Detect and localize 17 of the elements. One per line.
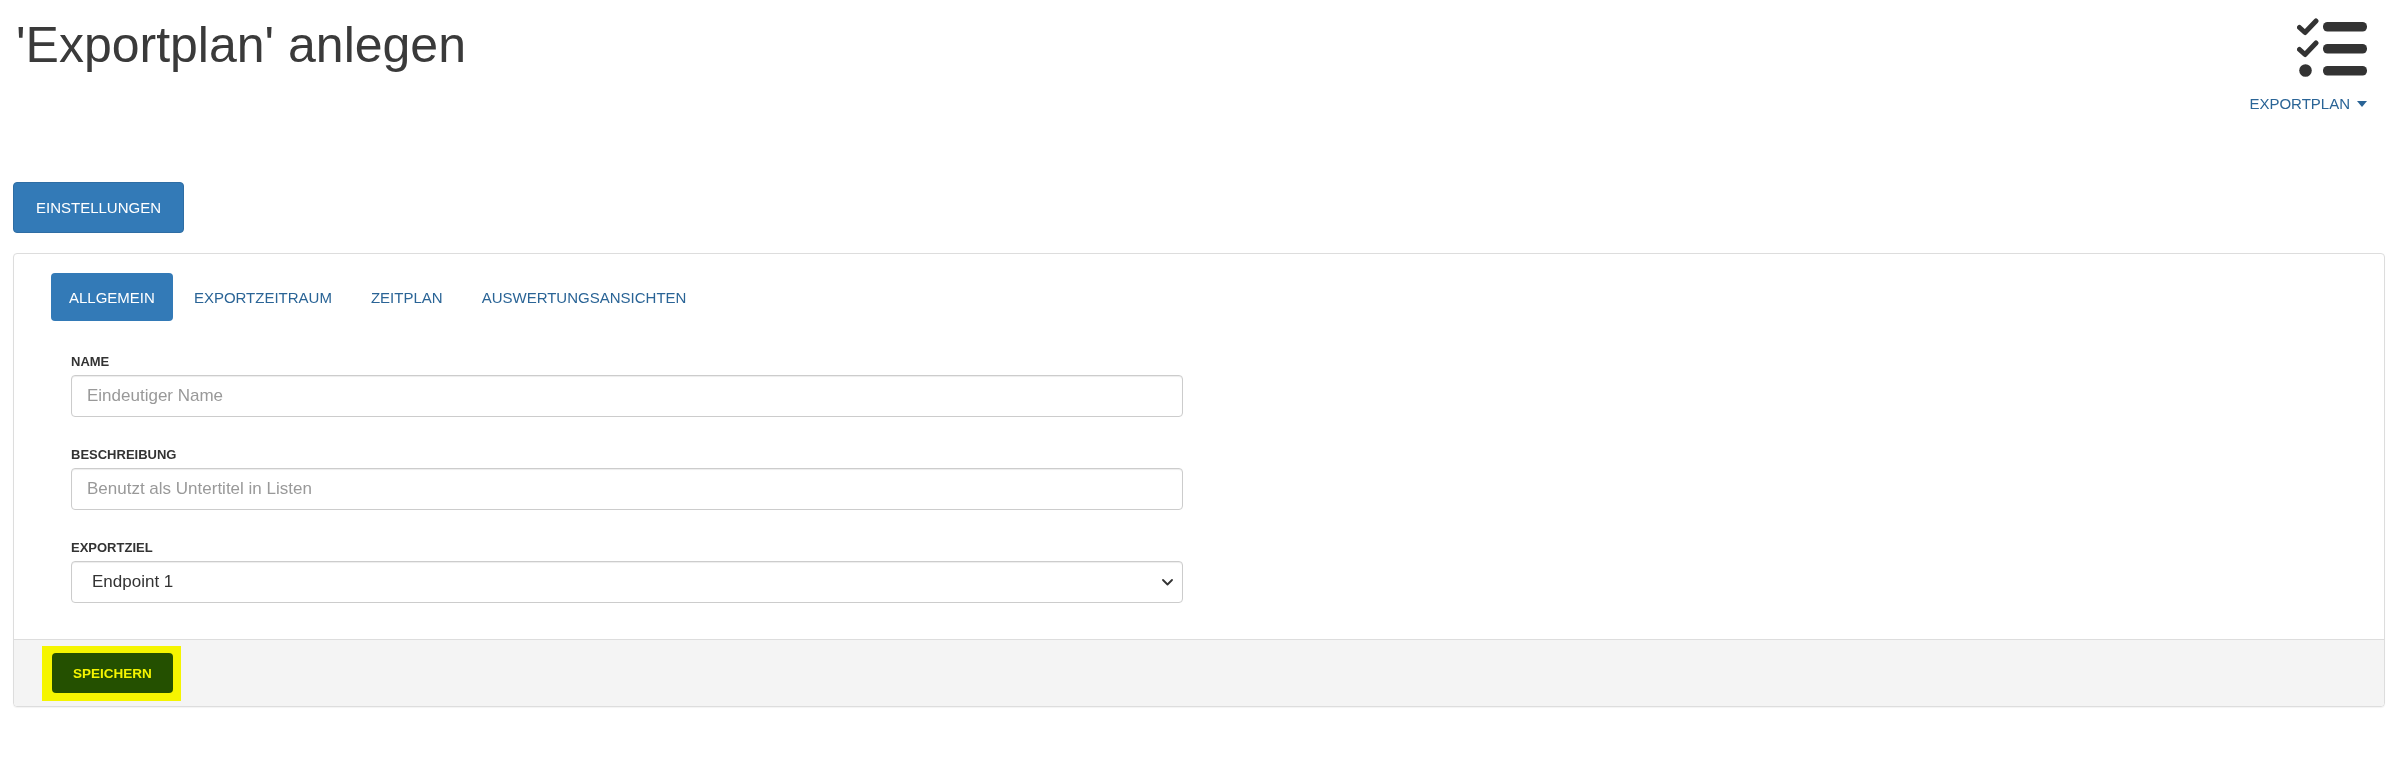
field-label: EXPORTZIEL (71, 540, 153, 556)
field-label: BESCHREIBUNG (71, 447, 177, 463)
caret-down-icon (2357, 101, 2367, 107)
tab[interactable]: ALLGEMEIN (51, 273, 173, 321)
tab[interactable]: ZEITPLAN (352, 273, 461, 321)
text-field[interactable]: Eindeutiger Name (71, 375, 1183, 417)
page-title: 'Exportplan' anlegen (16, 18, 466, 73)
exportplan-dropdown[interactable]: EXPORTPLAN (2249, 94, 2367, 114)
chevron-down-icon (1162, 578, 1173, 586)
text-field[interactable]: Benutzt als Untertitel in Listen (71, 468, 1183, 510)
tab[interactable]: AUSWERTUNGSANSICHTEN (463, 273, 705, 321)
save-button[interactable]: SPEICHERN (52, 653, 173, 693)
field-label: NAME (71, 354, 110, 370)
settings-button[interactable]: EINSTELLUNGEN (13, 182, 185, 233)
tab[interactable]: EXPORTZEITRAUM (175, 273, 350, 321)
checklist-icon (2297, 18, 2367, 77)
dropdown-field[interactable]: Endpoint 1 (71, 561, 1183, 603)
